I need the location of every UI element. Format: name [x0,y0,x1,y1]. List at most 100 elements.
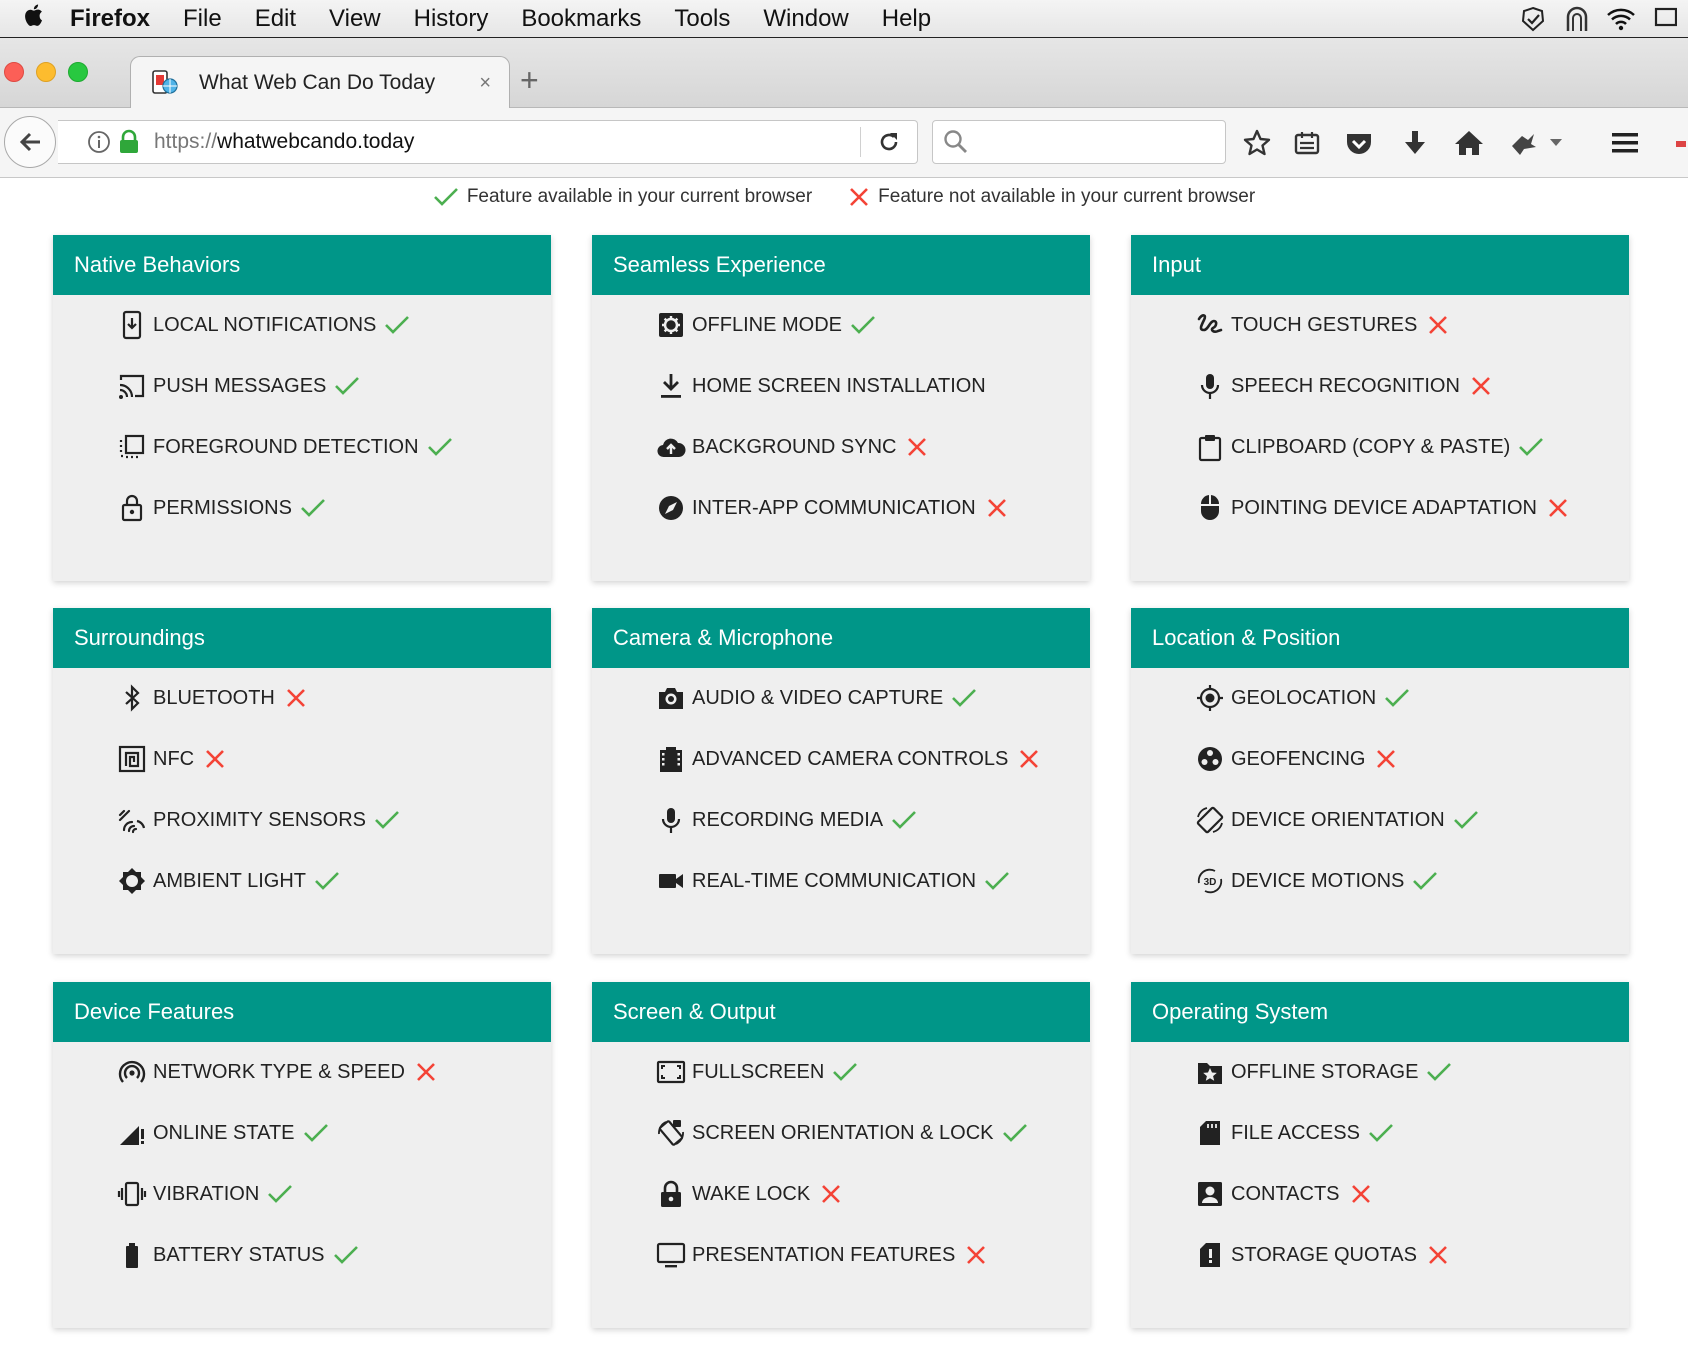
feature-link[interactable]: FULLSCREEN [656,1055,858,1089]
check-icon [267,1181,293,1207]
menu-view[interactable]: View [329,5,381,33]
feature-link[interactable]: AUDIO & VIDEO CAPTURE [656,681,977,715]
reload-icon[interactable] [861,120,917,164]
feature-card: Native Behaviors LOCAL NOTIFICATIONS PUSH … [53,235,551,581]
check-icon [1412,868,1438,894]
feature-link[interactable]: STORAGE QUOTAS [1195,1238,1451,1272]
home-icon[interactable] [1452,126,1486,160]
feature-link[interactable]: NETWORK TYPE & SPEED [117,1055,439,1089]
legend: Feature available in your current browse… [0,186,1688,208]
legend-unavailable-text: Feature not available in your current br… [878,186,1256,207]
feature-link[interactable]: BATTERY STATUS [117,1238,359,1272]
check-icon [384,312,410,338]
cross-icon [984,495,1010,521]
search-input[interactable] [932,120,1226,164]
card-title: Surroundings [53,608,551,668]
overflow-icon[interactable] [1672,126,1688,160]
menu-tools[interactable]: Tools [674,5,730,33]
reading-list-icon[interactable] [1290,126,1324,160]
feature-link[interactable]: GEOLOCATION [1195,681,1410,715]
feature-link[interactable]: PROXIMITY SENSORS [117,803,400,837]
feature-link[interactable]: ADVANCED CAMERA CONTROLS [656,742,1042,776]
legend-available: Feature available in your current browse… [433,186,812,208]
feature-link[interactable]: DEVICE ORIENTATION [1195,803,1479,837]
feature-label: LOCAL NOTIFICATIONS [153,313,377,336]
feature-link[interactable]: NFC [117,742,228,776]
feature-link[interactable]: PUSH MESSAGES [117,369,360,403]
menu-bookmarks[interactable]: Bookmarks [521,5,641,33]
cross-icon [1468,373,1494,399]
menu-edit[interactable]: Edit [255,5,296,33]
feature-link[interactable]: GEOFENCING [1195,742,1399,776]
feature-label: POINTING DEVICE ADAPTATION [1231,496,1537,519]
wifi-status-icon[interactable] [1606,4,1636,34]
feature-link[interactable]: VIBRATION [117,1177,293,1211]
feature-label: VIBRATION [153,1182,260,1205]
secure-lock-icon[interactable] [118,129,140,155]
apple-menu-icon[interactable] [0,2,70,35]
feature-label: ONLINE STATE [153,1121,295,1144]
feature-link[interactable]: SCREEN ORIENTATION & LOCK [656,1116,1028,1150]
pocket-icon[interactable] [1342,126,1376,160]
feature-link[interactable]: AMBIENT LIGHT [117,864,340,898]
settings-box-icon [656,310,686,340]
menu-app-name[interactable]: Firefox [70,5,150,33]
feature-link[interactable]: HOME SCREEN INSTALLATION [656,369,986,403]
downloads-icon[interactable] [1398,126,1432,160]
mouse-icon [1195,493,1225,523]
tab-title: What Web Can Do Today [199,71,436,94]
feature-link[interactable]: LOCAL NOTIFICATIONS [117,308,410,342]
extension-icon[interactable] [1506,126,1540,160]
menu-history[interactable]: History [414,5,489,33]
feature-link[interactable]: OFFLINE STORAGE [1195,1055,1452,1089]
extension-dropdown-icon[interactable] [1544,126,1568,160]
url-bar[interactable]: https://whatwebcando.today [58,120,918,164]
feature-label: FULLSCREEN [692,1060,825,1083]
feature-link[interactable]: PRESENTATION FEATURES [656,1238,989,1272]
feature-link[interactable]: FOREGROUND DETECTION [117,430,453,464]
menu-file[interactable]: File [183,5,222,33]
feature-link[interactable]: OFFLINE MODE [656,308,876,342]
cross-icon [818,1181,844,1207]
checklist-status-icon[interactable] [1518,4,1548,34]
feature-link[interactable]: CLIPBOARD (COPY & PASTE) [1195,430,1544,464]
back-button[interactable] [4,116,56,168]
menu-window[interactable]: Window [763,5,848,33]
feature-label: FOREGROUND DETECTION [153,435,419,458]
url-host: whatwebcando.today [217,130,415,153]
site-favicon-icon [151,69,179,97]
vpn-status-icon[interactable] [1562,4,1592,34]
feature-link[interactable]: BACKGROUND SYNC [656,430,930,464]
check-icon [1002,1120,1028,1146]
feature-link[interactable]: BLUETOOTH [117,681,309,715]
maximize-window-button[interactable] [68,62,88,82]
minimize-window-button[interactable] [36,62,56,82]
url-text[interactable]: https://whatwebcando.today [154,130,860,154]
cast-icon [117,371,147,401]
feature-link[interactable]: RECORDING MEDIA [656,803,917,837]
feature-link[interactable]: TOUCH GESTURES [1195,308,1451,342]
feature-link[interactable]: FILE ACCESS [1195,1116,1394,1150]
feature-link[interactable]: REAL-TIME COMMUNICATION [656,864,1010,898]
feature-link[interactable]: INTER-APP COMMUNICATION [656,491,1010,525]
feature-link[interactable]: POINTING DEVICE ADAPTATION [1195,491,1571,525]
tab-active[interactable]: What Web Can Do Today × [130,56,510,109]
feature-label: PERMISSIONS [153,496,292,519]
check-icon [984,868,1010,894]
airplay-status-icon[interactable] [1650,4,1680,34]
tab-close-icon[interactable]: × [479,72,491,95]
menu-help[interactable]: Help [882,5,931,33]
feature-link[interactable]: ONLINE STATE [117,1116,329,1150]
feature-link[interactable]: WAKE LOCK [656,1177,844,1211]
feature-label: BATTERY STATUS [153,1243,325,1266]
close-window-button[interactable] [4,62,24,82]
new-tab-button[interactable]: + [520,62,539,99]
feature-link[interactable]: SPEECH RECOGNITION [1195,369,1494,403]
feature-link[interactable]: 3D DEVICE MOTIONS [1195,864,1438,898]
feature-link[interactable]: PERMISSIONS [117,491,326,525]
feature-link[interactable]: CONTACTS [1195,1177,1374,1211]
bookmark-star-icon[interactable] [1240,126,1274,160]
hamburger-menu-icon[interactable] [1608,126,1642,160]
info-icon[interactable] [86,129,112,155]
feature-label: HOME SCREEN INSTALLATION [692,374,986,397]
